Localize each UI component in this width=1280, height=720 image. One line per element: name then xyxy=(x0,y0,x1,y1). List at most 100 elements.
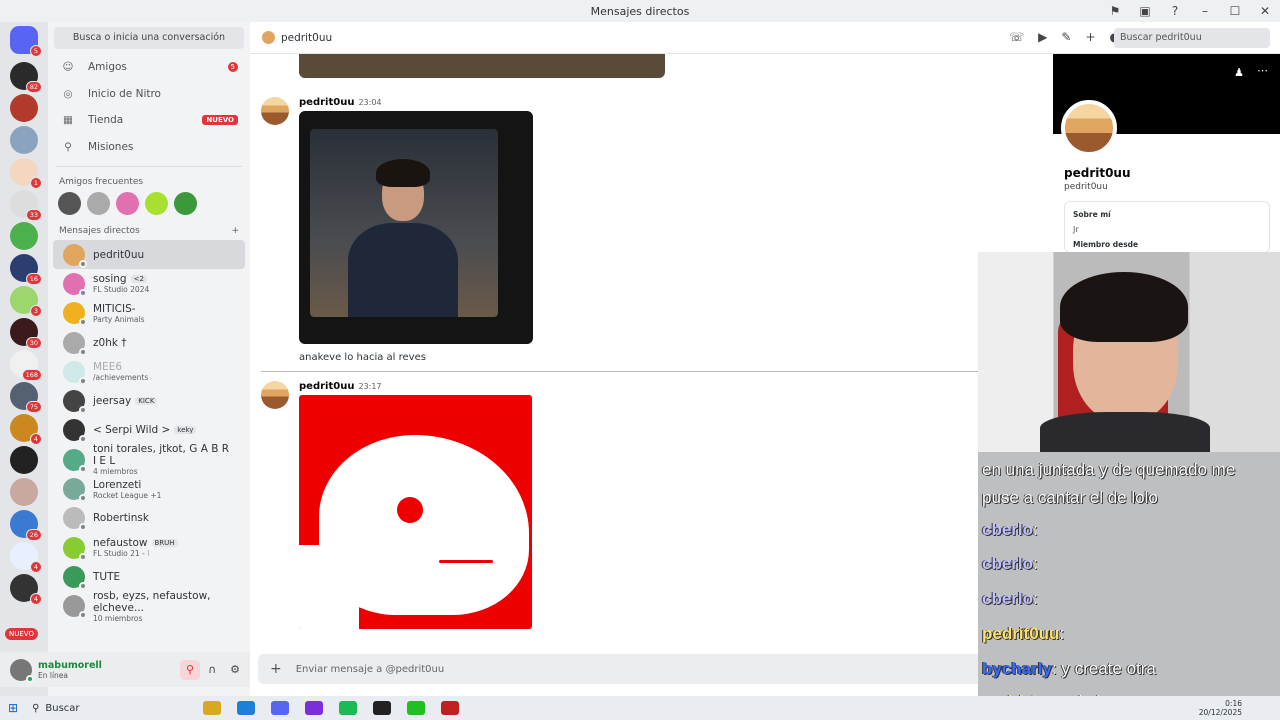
avatar[interactable] xyxy=(261,97,289,125)
server-icon[interactable]: 3 xyxy=(10,286,42,317)
chat-search-input[interactable]: Buscar pedrit0uu xyxy=(1114,28,1270,48)
server-icon[interactable] xyxy=(10,126,38,154)
avatar[interactable] xyxy=(87,192,110,215)
dm-name: toni torales, jtkot, G A B R I E L xyxy=(93,443,230,468)
inbox-icon[interactable]: ⚑ xyxy=(1100,4,1130,18)
add-attachment-icon[interactable]: + xyxy=(270,661,282,677)
app-icon[interactable] xyxy=(373,701,392,715)
message-image[interactable] xyxy=(299,54,665,78)
overlay-chat-line: cberlo: xyxy=(982,554,1038,574)
clock-date: 20/12/2025 xyxy=(1198,708,1242,717)
avatar xyxy=(63,478,87,503)
discord-icon[interactable] xyxy=(271,701,290,715)
dm-name: nefaustow xyxy=(93,537,148,550)
spotify-icon[interactable] xyxy=(339,701,358,715)
server-icon[interactable]: 30 xyxy=(10,318,42,349)
canva-icon[interactable] xyxy=(305,701,324,715)
explorer-icon[interactable] xyxy=(203,701,222,715)
nav-quests[interactable]: ⚲ Misiones xyxy=(48,134,250,161)
nav-friends[interactable]: ☺ Amigos 5 xyxy=(48,54,250,81)
server-icon[interactable]: 1 xyxy=(10,158,42,189)
overlay-chat-line: puse a cantar el de lolo xyxy=(982,488,1158,508)
mute-icon[interactable]: ⚲ xyxy=(180,659,201,680)
message-image[interactable] xyxy=(299,111,533,344)
dm-subtitle: 4 miembros xyxy=(93,467,138,477)
server-icon[interactable] xyxy=(10,478,38,506)
avatar[interactable] xyxy=(116,192,139,215)
server-icon[interactable]: 33 xyxy=(10,190,42,221)
server-icon[interactable]: 16 xyxy=(10,254,42,285)
avatar[interactable] xyxy=(58,192,81,215)
search-icon[interactable]: ⚲ xyxy=(32,703,39,714)
taskbar-search[interactable]: Buscar xyxy=(45,703,195,714)
avatar[interactable] xyxy=(174,192,197,215)
dm-item[interactable]: z0hk † xyxy=(53,328,245,357)
dm-item[interactable]: pedrit0uu xyxy=(53,240,245,270)
server-icon[interactable]: 4 xyxy=(10,542,42,573)
avatar xyxy=(63,272,87,297)
maximize-button[interactable]: ☐ xyxy=(1220,4,1250,18)
dm-item[interactable]: nefaustow BRUH FL Studio 21 - ⁝ xyxy=(53,533,245,562)
minimize-button[interactable]: – xyxy=(1190,4,1220,18)
dm-search-button[interactable]: Busca o inicia una conversación xyxy=(54,27,244,49)
dm-item[interactable]: Robertinsk xyxy=(53,504,245,533)
message-input[interactable]: + Enviar mensaje a @pedrit0uu xyxy=(258,654,1018,684)
home-button[interactable]: 5 xyxy=(10,26,42,57)
app-icon[interactable] xyxy=(407,701,426,715)
server-icon[interactable] xyxy=(10,222,38,250)
dm-item[interactable]: toni torales, jtkot, G A B R I E L4 miem… xyxy=(53,443,245,477)
dm-item[interactable]: Lorenzeti Rocket League +1 xyxy=(53,474,245,503)
dm-subtitle: Party Animals xyxy=(93,314,145,324)
dm-tag: <2 xyxy=(130,275,147,284)
close-button[interactable]: ✕ xyxy=(1250,4,1280,18)
server-icon[interactable]: 4 xyxy=(10,414,42,445)
about-label: Sobre mí xyxy=(1073,210,1111,219)
member-since-label: Miembro desde xyxy=(1073,240,1139,249)
avatar xyxy=(63,360,87,385)
message-image[interactable] xyxy=(299,395,532,629)
call-icon[interactable]: ☏ xyxy=(1009,30,1024,44)
server-icon[interactable]: 168 xyxy=(10,350,42,381)
start-icon[interactable]: ⊞ xyxy=(8,701,18,715)
dm-item[interactable]: TUTE xyxy=(53,562,245,591)
avatar[interactable] xyxy=(1061,100,1117,156)
server-icon[interactable] xyxy=(10,94,38,122)
username: mabumorell xyxy=(38,659,102,671)
more-icon[interactable]: ⋯ xyxy=(1257,64,1268,77)
server-icon[interactable] xyxy=(10,446,38,474)
edge-icon[interactable] xyxy=(237,701,256,715)
server-icon[interactable]: 82 xyxy=(10,62,42,93)
server-icon[interactable]: 75 xyxy=(10,382,42,413)
server-icon[interactable]: 4 xyxy=(10,574,42,605)
avatar[interactable] xyxy=(261,381,289,409)
dm-tag: keky xyxy=(174,426,197,435)
dm-item[interactable]: sosing <2 FL Studio 2024 xyxy=(53,269,245,298)
help-icon[interactable]: ? xyxy=(1160,4,1190,18)
app-icon[interactable] xyxy=(441,701,460,715)
avatar[interactable] xyxy=(145,192,168,215)
dm-item[interactable]: jeersay KICK xyxy=(53,386,245,415)
dm-item[interactable]: rosb, eyzs, nefaustow, elcheve... 10 miem… xyxy=(53,590,245,623)
add-friends-icon[interactable]: + xyxy=(1085,30,1095,44)
message-header: pedrit0uu 23:04 xyxy=(299,97,382,108)
headphones-icon[interactable]: ∩ xyxy=(208,663,216,676)
profile-display-name: pedrit0uu xyxy=(1064,166,1131,180)
nav-nitro[interactable]: ◎ Inicio de Nitro xyxy=(48,81,250,108)
dm-item[interactable]: < Serpi Wild > keky xyxy=(53,416,245,445)
nav-shop[interactable]: ▦ Tienda NUEVO xyxy=(48,107,250,134)
pin-icon[interactable]: ✎ xyxy=(1061,30,1071,44)
dm-name: MITICIS- xyxy=(93,302,136,315)
add-friend-icon[interactable]: ♟ xyxy=(1234,66,1244,79)
settings-icon[interactable]: ⚙ xyxy=(230,663,240,676)
avatar xyxy=(63,595,87,620)
dm-item[interactable]: MEE6/achievements xyxy=(53,357,245,386)
friends-icon: ☺ xyxy=(62,61,74,74)
add-dm-icon[interactable]: + xyxy=(231,226,239,236)
server-icon[interactable]: 26 xyxy=(10,510,42,541)
dm-subtitle: Rocket League +1 xyxy=(93,490,162,500)
video-icon[interactable]: ▶ xyxy=(1038,30,1047,44)
avatar xyxy=(63,448,87,473)
avatar[interactable] xyxy=(10,658,34,683)
screen-icon[interactable]: ▣ xyxy=(1130,4,1160,18)
dm-item[interactable]: MITICIS- Party Animals xyxy=(53,299,245,328)
